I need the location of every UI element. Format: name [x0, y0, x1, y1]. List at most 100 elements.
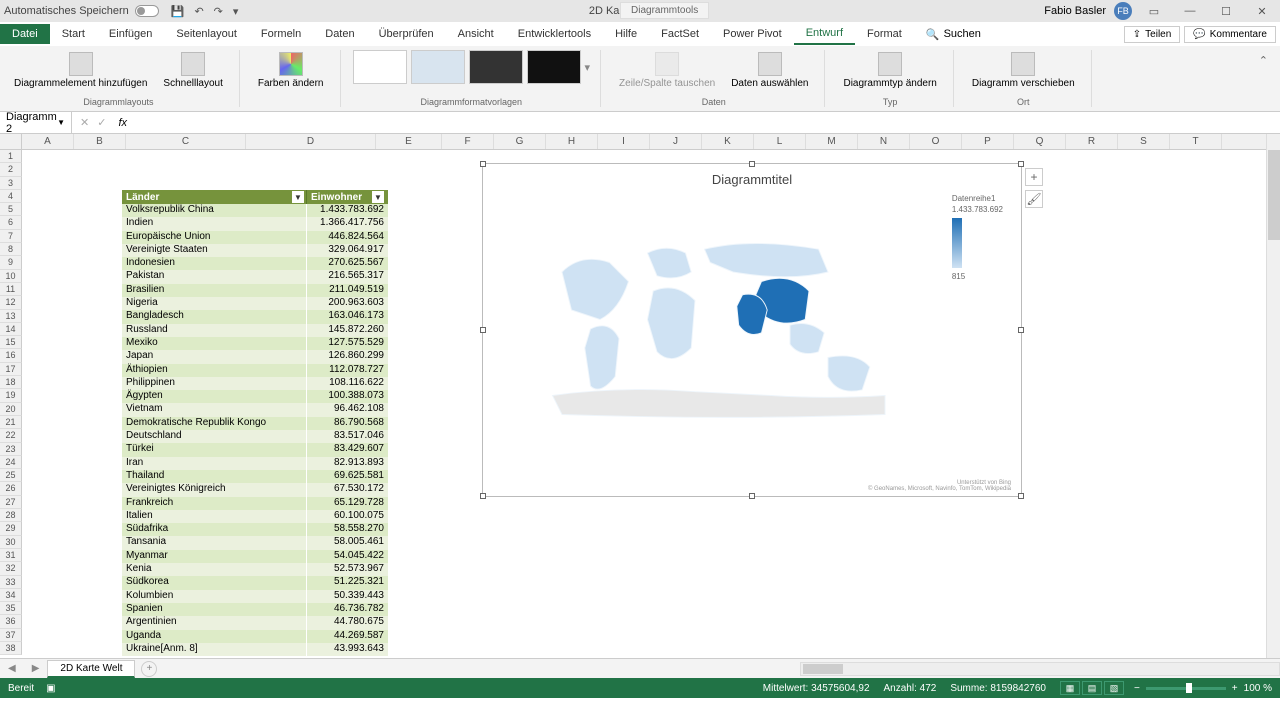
- tab-entwicklertools[interactable]: Entwicklertools: [506, 24, 603, 44]
- table-row[interactable]: Mexiko127.575.529: [122, 337, 388, 350]
- table-row[interactable]: Nigeria200.963.603: [122, 297, 388, 310]
- add-chart-element-button[interactable]: Diagrammelement hinzufügen: [8, 50, 153, 91]
- row-header[interactable]: 1: [0, 150, 22, 163]
- tab-seitenlayout[interactable]: Seitenlayout: [164, 24, 249, 44]
- horizontal-scrollbar[interactable]: [800, 662, 1280, 676]
- row-header[interactable]: 32: [0, 562, 22, 575]
- map-chart[interactable]: Diagrammtitel Datenreihe1 1.433.783.692 …: [482, 163, 1022, 497]
- row-header[interactable]: 37: [0, 629, 22, 642]
- table-row[interactable]: Indonesien270.625.567: [122, 257, 388, 270]
- row-header[interactable]: 36: [0, 615, 22, 628]
- add-sheet-button[interactable]: +: [141, 661, 157, 677]
- world-map[interactable]: [543, 214, 923, 444]
- close-icon[interactable]: ✕: [1248, 5, 1276, 18]
- row-header[interactable]: 31: [0, 549, 22, 562]
- col-header[interactable]: I: [598, 134, 650, 149]
- save-icon[interactable]: 💾: [171, 5, 185, 18]
- col-header[interactable]: L: [754, 134, 806, 149]
- row-header[interactable]: 29: [0, 522, 22, 535]
- resize-handle[interactable]: [1018, 327, 1024, 333]
- table-row[interactable]: Vereinigte Staaten329.064.917: [122, 244, 388, 257]
- view-page-break-icon[interactable]: ▧: [1104, 681, 1124, 695]
- chart-elements-button[interactable]: +: [1025, 168, 1043, 186]
- autosave-toggle[interactable]: [135, 5, 159, 17]
- row-header[interactable]: 25: [0, 469, 22, 482]
- table-row[interactable]: Südkorea51.225.321: [122, 576, 388, 589]
- row-header[interactable]: 19: [0, 389, 22, 402]
- resize-handle[interactable]: [1018, 161, 1024, 167]
- col-header[interactable]: S: [1118, 134, 1170, 149]
- col-header[interactable]: O: [910, 134, 962, 149]
- filter-icon[interactable]: ▼: [372, 191, 384, 203]
- table-row[interactable]: Türkei83.429.607: [122, 443, 388, 456]
- sheet-nav-prev[interactable]: ◀: [0, 663, 24, 674]
- col-header[interactable]: K: [702, 134, 754, 149]
- sheet-tab-active[interactable]: 2D Karte Welt: [47, 660, 135, 678]
- col-header[interactable]: C: [126, 134, 246, 149]
- tab-formeln[interactable]: Formeln: [249, 24, 313, 44]
- table-row[interactable]: Volksrepublik China1.433.783.692: [122, 204, 388, 217]
- chart-style-3[interactable]: [469, 50, 523, 84]
- table-row[interactable]: Brasilien211.049.519: [122, 284, 388, 297]
- tab-power pivot[interactable]: Power Pivot: [711, 24, 794, 44]
- chart-style-1[interactable]: [353, 50, 407, 84]
- table-row[interactable]: Kenia52.573.967: [122, 563, 388, 576]
- share-button[interactable]: ⇪Teilen: [1124, 26, 1181, 43]
- col-header-population[interactable]: Einwohner▼: [307, 190, 388, 204]
- row-header[interactable]: 22: [0, 429, 22, 442]
- row-header[interactable]: 17: [0, 363, 22, 376]
- col-header[interactable]: J: [650, 134, 702, 149]
- chart-title[interactable]: Diagrammtitel: [483, 164, 1021, 195]
- formula-input[interactable]: [131, 115, 1280, 130]
- table-row[interactable]: Vereinigtes Königreich67.530.172: [122, 483, 388, 496]
- table-row[interactable]: Bangladesch163.046.173: [122, 310, 388, 323]
- col-header[interactable]: A: [22, 134, 74, 149]
- col-header[interactable]: M: [806, 134, 858, 149]
- table-row[interactable]: Argentinien44.780.675: [122, 616, 388, 629]
- undo-icon[interactable]: ↶: [194, 5, 203, 18]
- table-row[interactable]: Demokratische Republik Kongo86.790.568: [122, 417, 388, 430]
- col-header[interactable]: D: [246, 134, 376, 149]
- table-row[interactable]: Italien60.100.075: [122, 510, 388, 523]
- table-row[interactable]: Thailand69.625.581: [122, 470, 388, 483]
- row-header[interactable]: 5: [0, 203, 22, 216]
- table-row[interactable]: Südafrika58.558.270: [122, 523, 388, 536]
- table-row[interactable]: Frankreich65.129.728: [122, 497, 388, 510]
- chevron-down-icon[interactable]: ▼: [57, 118, 65, 127]
- styles-more-icon[interactable]: ▾: [585, 61, 591, 74]
- table-row[interactable]: Philippinen108.116.622: [122, 377, 388, 390]
- resize-handle[interactable]: [480, 327, 486, 333]
- change-chart-type-button[interactable]: Diagrammtyp ändern: [837, 50, 942, 91]
- column-headers[interactable]: ABCDEFGHIJKLMNOPQRST: [22, 134, 1266, 150]
- table-row[interactable]: Äthiopien112.078.727: [122, 364, 388, 377]
- row-header[interactable]: 33: [0, 576, 22, 589]
- row-header[interactable]: 30: [0, 536, 22, 549]
- col-header[interactable]: P: [962, 134, 1014, 149]
- row-header[interactable]: 10: [0, 270, 22, 283]
- row-header[interactable]: 6: [0, 216, 22, 229]
- table-row[interactable]: Vietnam96.462.108: [122, 403, 388, 416]
- table-row[interactable]: Russland145.872.260: [122, 324, 388, 337]
- tab-hilfe[interactable]: Hilfe: [603, 24, 649, 44]
- chart-style-2[interactable]: [411, 50, 465, 84]
- tab-entwurf[interactable]: Entwurf: [794, 23, 855, 45]
- row-header[interactable]: 38: [0, 642, 22, 655]
- table-row[interactable]: Myanmar54.045.422: [122, 550, 388, 563]
- table-row[interactable]: Tansania58.005.461: [122, 536, 388, 549]
- table-row[interactable]: Uganda44.269.587: [122, 630, 388, 643]
- resize-handle[interactable]: [480, 493, 486, 499]
- row-header[interactable]: 8: [0, 243, 22, 256]
- move-chart-button[interactable]: Diagramm verschieben: [966, 50, 1081, 91]
- change-colors-button[interactable]: Farben ändern: [252, 50, 330, 91]
- col-header[interactable]: F: [442, 134, 494, 149]
- view-normal-icon[interactable]: ▦: [1060, 681, 1080, 695]
- row-header[interactable]: 20: [0, 403, 22, 416]
- row-header[interactable]: 16: [0, 349, 22, 362]
- row-header[interactable]: 7: [0, 230, 22, 243]
- tab-überprüfen[interactable]: Überprüfen: [367, 24, 446, 44]
- col-header[interactable]: E: [376, 134, 442, 149]
- macro-record-icon[interactable]: ▣: [46, 683, 55, 694]
- zoom-in-icon[interactable]: +: [1232, 683, 1238, 694]
- table-row[interactable]: Pakistan216.565.317: [122, 270, 388, 283]
- select-data-button[interactable]: Daten auswählen: [725, 50, 814, 91]
